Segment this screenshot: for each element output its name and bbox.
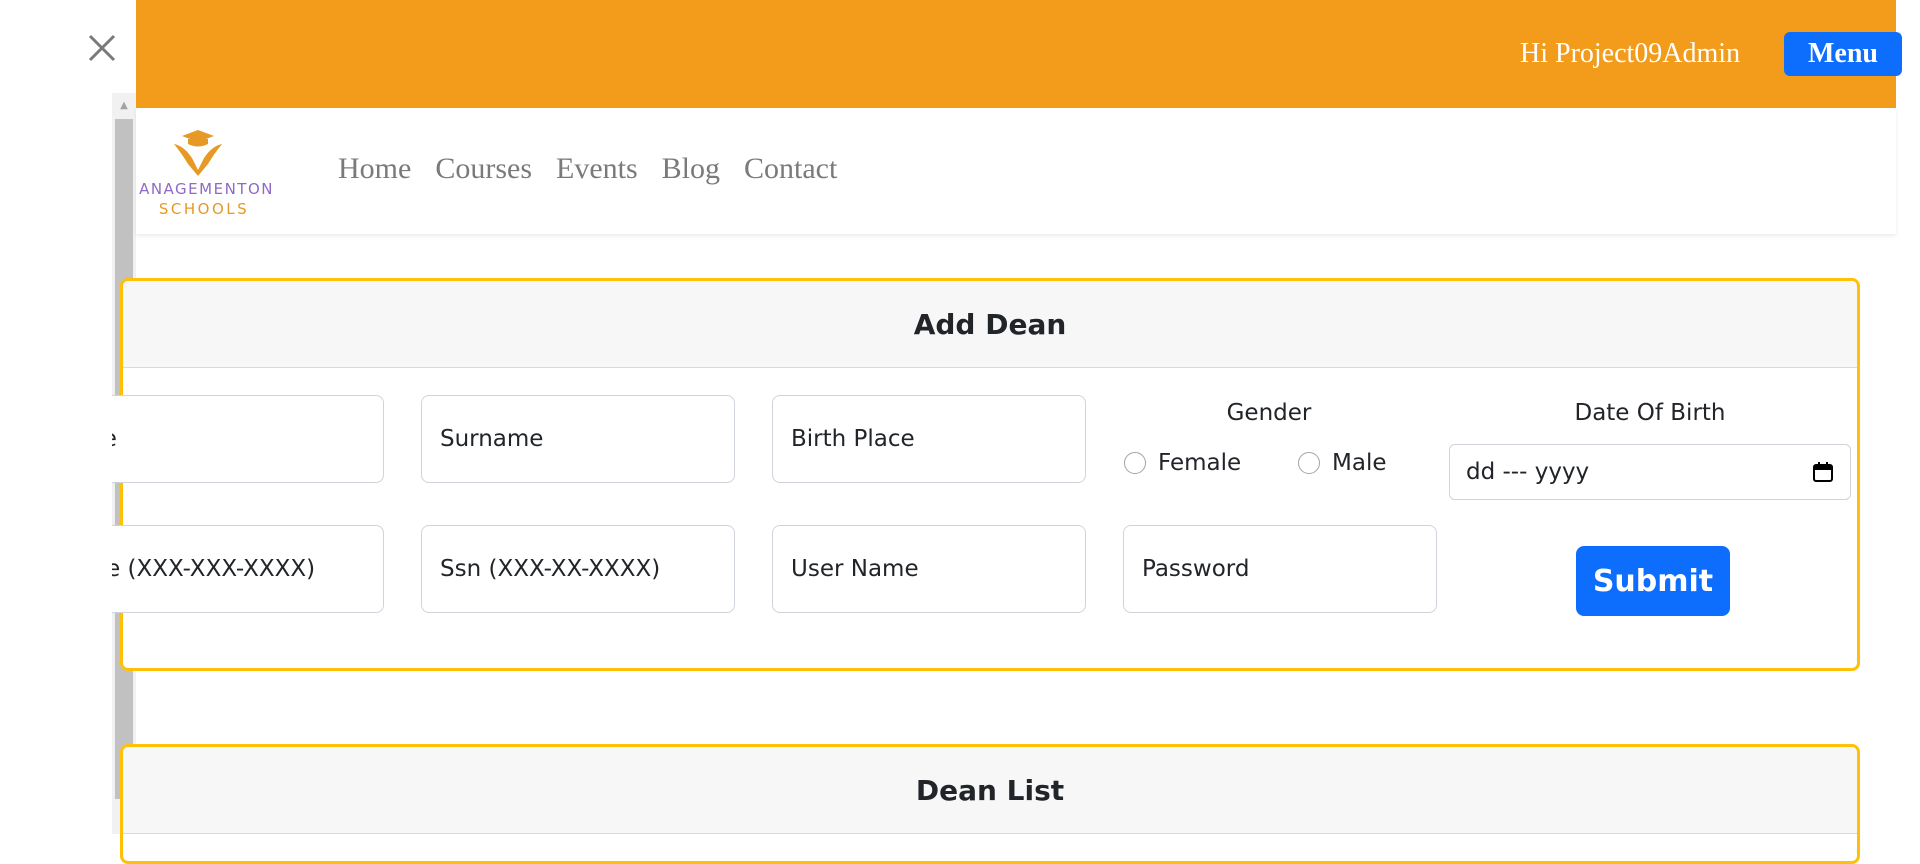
main-nav: Home Courses Events Blog Contact — [338, 152, 837, 186]
nav-blog[interactable]: Blog — [662, 152, 720, 186]
male-radio[interactable] — [1298, 452, 1320, 474]
graduation-logo-icon — [174, 130, 222, 176]
nav-bar: ANAGEMENTON SCHOOLS Home Courses Events … — [136, 108, 1896, 234]
gender-male-option[interactable]: Male — [1298, 450, 1386, 476]
username-input[interactable] — [773, 526, 1085, 612]
nav-contact[interactable]: Contact — [744, 152, 837, 186]
surname-input[interactable] — [422, 396, 734, 482]
user-greeting: Hi Project09Admin — [1520, 38, 1741, 69]
male-label: Male — [1332, 450, 1387, 476]
surname-field[interactable] — [421, 395, 735, 483]
submit-button[interactable]: Submit — [1576, 546, 1730, 616]
scroll-up-arrow-icon[interactable]: ▲ — [112, 93, 136, 117]
password-input[interactable] — [1124, 526, 1436, 612]
ssn-input[interactable] — [422, 526, 734, 612]
dean-list-title: Dean List — [123, 747, 1857, 834]
password-field[interactable] — [1123, 525, 1437, 613]
nav-home[interactable]: Home — [338, 152, 411, 186]
nav-events[interactable]: Events — [556, 152, 638, 186]
school-logo[interactable]: ANAGEMENTON SCHOOLS — [136, 124, 276, 220]
calendar-icon[interactable] — [1812, 461, 1834, 483]
ssn-field[interactable] — [421, 525, 735, 613]
brand-name: ANAGEMENTON — [139, 180, 274, 198]
side-drawer — [0, 0, 116, 834]
gender-female-option[interactable]: Female — [1124, 450, 1241, 476]
close-icon[interactable] — [84, 30, 120, 66]
birth-place-input[interactable] — [773, 396, 1085, 482]
top-bar: Hi Project09Admin Menu — [136, 0, 1902, 108]
female-label: Female — [1158, 450, 1242, 476]
dob-label: Date Of Birth — [1574, 400, 1726, 426]
menu-button[interactable]: Menu — [1784, 32, 1902, 76]
add-dean-title: Add Dean — [123, 281, 1857, 368]
nav-courses[interactable]: Courses — [435, 152, 532, 186]
gender-label: Gender — [1226, 400, 1312, 426]
dean-list-card: Dean List — [120, 744, 1860, 864]
dob-value: dd --- yyyy — [1466, 459, 1590, 485]
birth-place-field[interactable] — [772, 395, 1086, 483]
dob-field[interactable]: dd --- yyyy — [1449, 444, 1851, 500]
female-radio[interactable] — [1124, 452, 1146, 474]
username-field[interactable] — [772, 525, 1086, 613]
brand-subtitle: SCHOOLS — [158, 200, 250, 218]
